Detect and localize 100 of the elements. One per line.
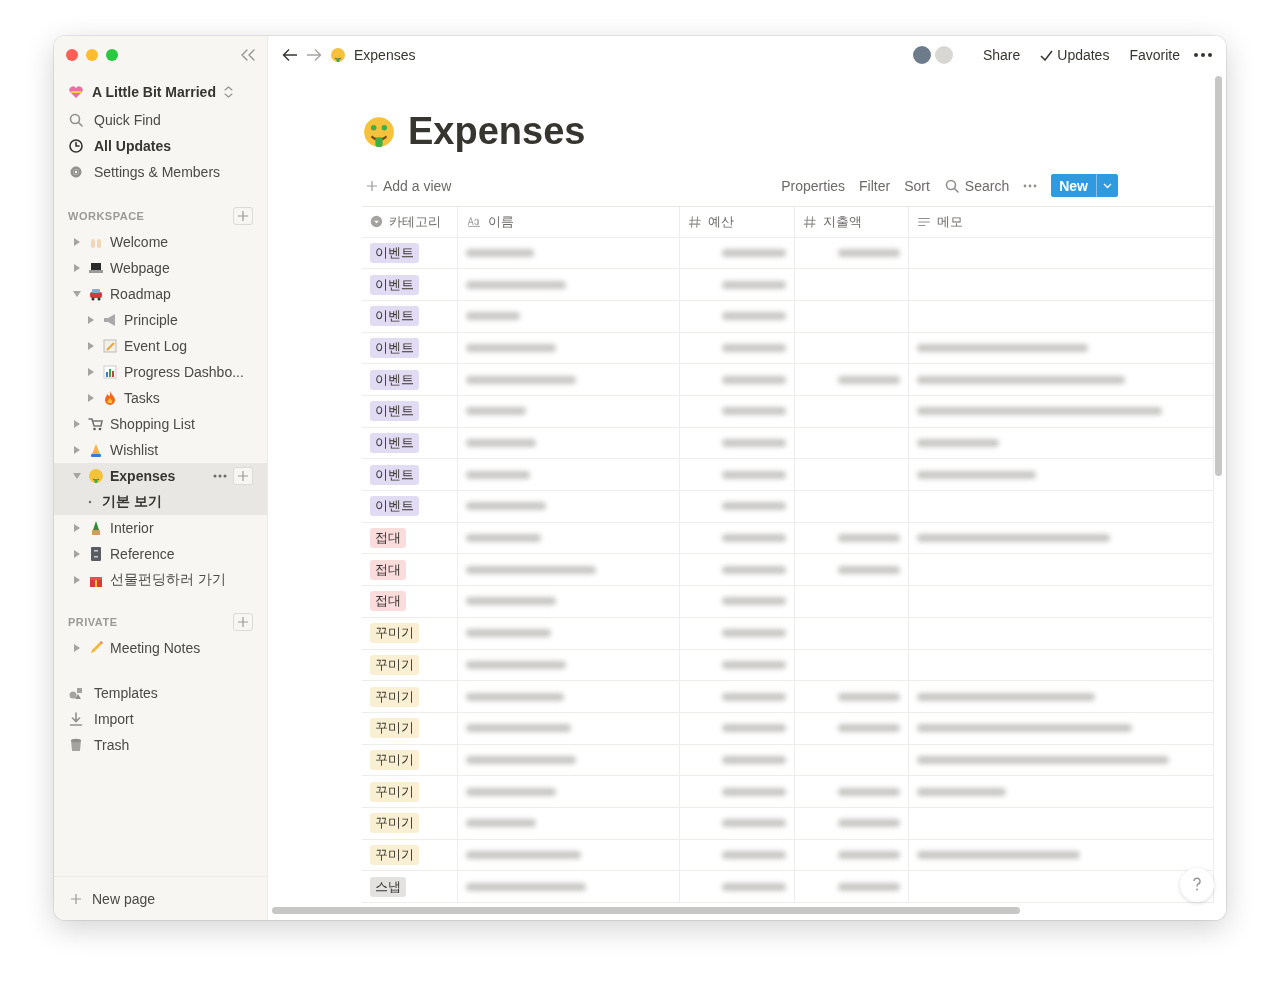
cart-icon [88, 416, 104, 432]
topbar-button[interactable]: Updates [1034, 47, 1116, 63]
scrollbar[interactable] [1215, 76, 1222, 476]
blurred-text [722, 597, 786, 606]
sidebar-page[interactable]: Roadmap [54, 281, 267, 307]
blurred-text [722, 534, 786, 543]
column-header[interactable]: 이름 [458, 206, 680, 237]
close-window-button[interactable] [66, 49, 78, 61]
toolbar-button[interactable]: Sort [904, 177, 930, 194]
expanded-caret-icon[interactable] [73, 472, 81, 480]
add-page-button[interactable] [233, 467, 253, 485]
category-tag: 이벤트 [370, 274, 419, 295]
category-tag: 이벤트 [370, 337, 419, 358]
toolbar-button[interactable]: Properties [781, 177, 846, 194]
blurred-text [722, 470, 786, 479]
blurred-text [722, 502, 786, 511]
chevron-down-icon [1103, 182, 1112, 189]
add-page-button[interactable] [233, 207, 253, 225]
search-button[interactable]: Search [943, 177, 1010, 194]
topbar-button[interactable]: Share [976, 47, 1027, 63]
column-header[interactable]: 메모 [909, 206, 1214, 237]
blurred-text [466, 470, 530, 479]
sidebar-tool-item[interactable]: Import [54, 706, 267, 732]
sidebar-page[interactable]: 선물펀딩하러 가기 [54, 567, 267, 593]
sidebar-page[interactable]: Interior [54, 515, 267, 541]
sidebar-page[interactable]: Wishlist [54, 437, 267, 463]
category-tag: 이벤트 [370, 401, 419, 422]
zoom-window-button[interactable] [106, 49, 118, 61]
collapsed-caret-icon[interactable] [73, 550, 81, 558]
collapsed-caret-icon[interactable] [87, 394, 95, 402]
blurred-text [722, 407, 786, 416]
sidebar-page[interactable]: Expenses [54, 463, 267, 489]
megaphone-icon [102, 312, 118, 328]
download-icon [68, 711, 84, 727]
collapsed-caret-icon[interactable] [73, 264, 81, 272]
column-header[interactable]: 예산 [680, 206, 795, 237]
trash-icon [68, 737, 84, 753]
topbar-button[interactable]: Favorite [1123, 47, 1186, 63]
collapsed-caret-icon[interactable] [73, 576, 81, 584]
back-arrow-icon[interactable] [282, 48, 298, 62]
category-tag: 이벤트 [370, 464, 419, 485]
blurred-text [722, 819, 786, 828]
collapse-sidebar-icon[interactable] [241, 49, 255, 61]
sidebar-page[interactable]: Reference [54, 541, 267, 567]
blurred-text [722, 629, 786, 638]
sidebar-page[interactable]: Shopping List [54, 411, 267, 437]
category-tag: 이벤트 [370, 369, 419, 390]
collapsed-caret-icon[interactable] [73, 524, 81, 532]
blurred-text [722, 343, 786, 352]
sidebar-nav-item[interactable]: All Updates [54, 133, 267, 159]
category-tag: 이벤트 [370, 433, 419, 454]
sidebar-page[interactable]: Meeting Notes [54, 635, 267, 661]
add-page-button[interactable] [233, 613, 253, 631]
section-title: WORKSPACE [68, 210, 145, 222]
collapsed-caret-icon[interactable] [73, 644, 81, 652]
workspace-switcher[interactable]: A Little Bit Married [54, 77, 267, 107]
collapsed-caret-icon[interactable] [73, 238, 81, 246]
blurred-text [722, 280, 786, 289]
search-icon [68, 112, 84, 128]
sidebar-tool-item[interactable]: Trash [54, 732, 267, 758]
sidebar-nav-item[interactable]: Quick Find [54, 107, 267, 133]
sidebar-page[interactable]: Welcome [54, 229, 267, 255]
scrollbar[interactable] [272, 907, 1020, 914]
blurred-text [466, 439, 536, 448]
forward-arrow-icon[interactable] [306, 48, 322, 62]
sidebar-tool-item[interactable]: Templates [54, 680, 267, 706]
search-icon [943, 177, 960, 194]
expanded-caret-icon[interactable] [73, 290, 81, 298]
section-title: PRIVATE [68, 616, 118, 628]
blurred-text [466, 312, 520, 321]
column-header[interactable]: 지출액 [795, 206, 909, 237]
new-dropdown-button[interactable] [1096, 174, 1118, 197]
sidebar-nav-item[interactable]: Settings & Members [54, 159, 267, 185]
help-button[interactable] [1180, 868, 1214, 902]
car-icon [88, 286, 104, 302]
add-view-button[interactable]: Add a view [366, 177, 452, 194]
check-icon [1040, 49, 1054, 61]
sidebar-view[interactable]: 기본 보기 [54, 489, 267, 515]
category-tag: 이벤트 [370, 496, 419, 517]
new-page-button[interactable]: New page [54, 876, 267, 920]
collapsed-caret-icon[interactable] [73, 420, 81, 428]
sidebar-page[interactable]: Progress Dashbo... [54, 359, 267, 385]
more-icon[interactable] [1194, 53, 1212, 57]
hash-icon [803, 214, 817, 229]
sidebar-page[interactable]: Tasks [54, 385, 267, 411]
minimize-window-button[interactable] [86, 49, 98, 61]
blurred-text [722, 439, 786, 448]
column-header[interactable]: 카테고리 [362, 206, 458, 237]
collapsed-caret-icon[interactable] [73, 446, 81, 454]
collapsed-caret-icon[interactable] [87, 342, 95, 350]
sidebar-page[interactable]: Webpage [54, 255, 267, 281]
sidebar-page[interactable]: Event Log [54, 333, 267, 359]
blurred-text [722, 565, 786, 574]
blurred-text [722, 248, 786, 257]
collapsed-caret-icon[interactable] [87, 368, 95, 376]
toolbar-button[interactable]: Filter [859, 177, 891, 194]
sidebar-page[interactable]: Principle [54, 307, 267, 333]
breadcrumb[interactable]: Expenses [354, 47, 416, 63]
collapsed-caret-icon[interactable] [87, 316, 95, 324]
plus-icon [237, 210, 249, 222]
